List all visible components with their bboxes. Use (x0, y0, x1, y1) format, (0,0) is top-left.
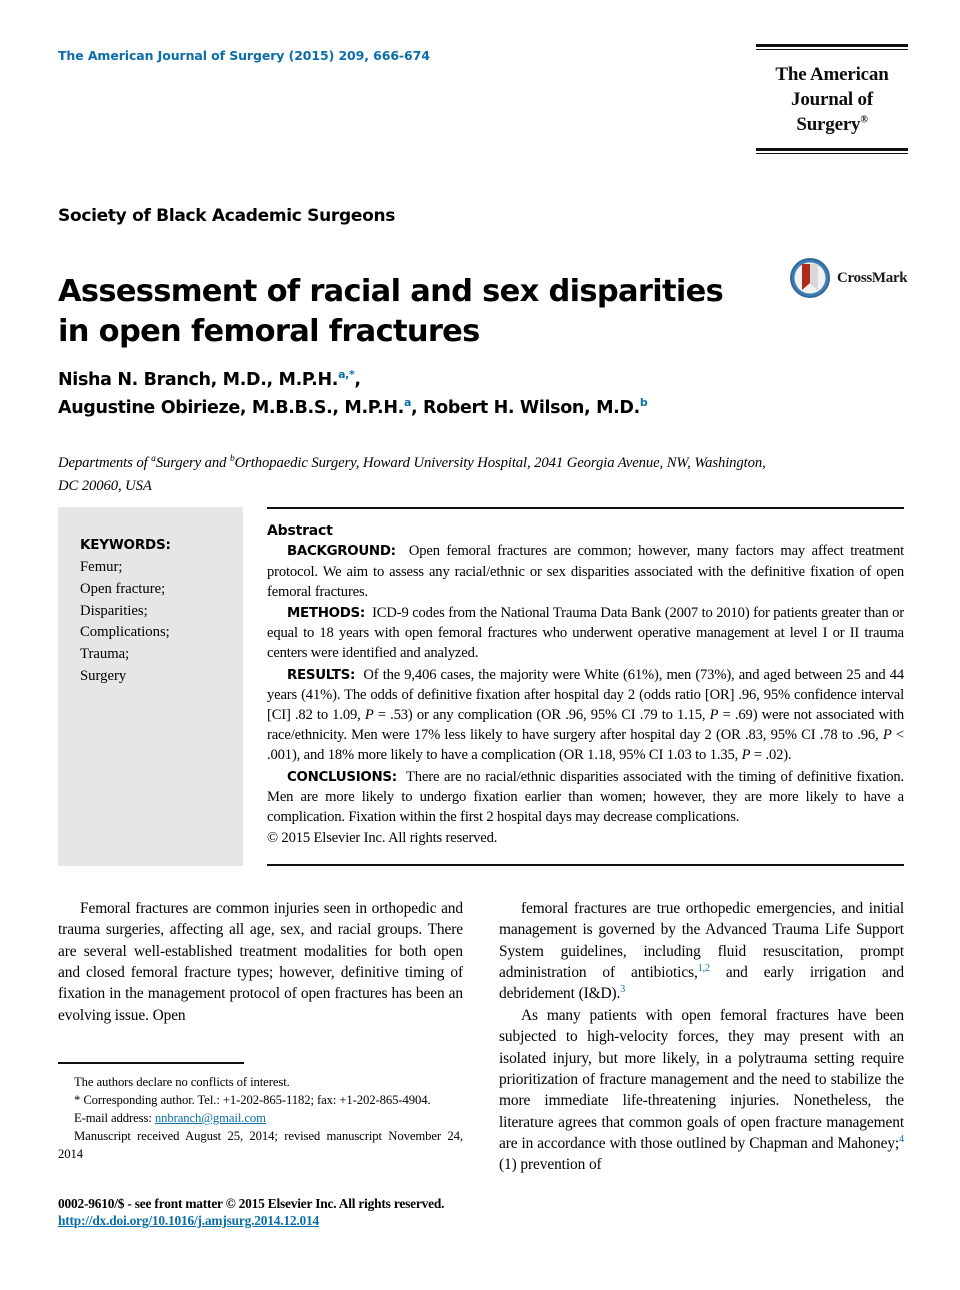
keyword-item: Trauma; (80, 646, 130, 662)
crossmark-label: CrossMark (837, 269, 908, 286)
abstract-rule-top (267, 507, 904, 509)
section-label: Society of Black Academic Surgeons (58, 206, 396, 226)
running-head: The American Journal of Surgery (2015) 2… (58, 48, 430, 63)
email-link[interactable]: nnbranch@gmail.com (155, 1111, 266, 1125)
author-list: Nisha N. Branch, M.D., M.P.H.a,*, August… (58, 366, 778, 423)
abstract-region: KEYWORDS: Femur; Open fracture; Disparit… (58, 507, 905, 867)
article-page: The American Journal of Surgery (2015) 2… (0, 0, 960, 1290)
body-paragraph: femoral fractures are true orthopedic em… (499, 900, 904, 1003)
keyword-item: Femur; (80, 559, 123, 575)
abstract-copyright: © 2015 Elsevier Inc. All rights reserved… (267, 830, 498, 847)
page-title: Assessment of racial and sex disparities… (58, 274, 724, 350)
footnotes: The authors declare no conflicts of inte… (58, 1062, 463, 1163)
keyword-item: Surgery (80, 667, 127, 684)
keyword-item: Disparities; (80, 602, 148, 619)
author-affiliation-marker: a,* (338, 368, 355, 381)
affiliation: Departments of aSurgery and bOrthopaedic… (58, 454, 766, 494)
crossmark-badge[interactable]: CrossMark (790, 258, 908, 298)
abstract-background: BACKGROUND: Open femoral fractures are c… (267, 543, 904, 600)
abstract-section-label: BACKGROUND: (287, 544, 396, 559)
abstract-section-label: RESULTS: (287, 667, 356, 683)
crossmark-icon (790, 258, 830, 298)
keywords-title: KEYWORDS: (80, 537, 171, 553)
page-footer: 0002-9610/$ - see front matter © 2015 El… (58, 1196, 578, 1230)
footnote-corresponding-author: * Corresponding author. Tel.: +1-202-865… (74, 1093, 431, 1108)
author-affiliation-marker: b (639, 396, 648, 410)
abstract-rule-bottom (267, 864, 904, 867)
footnote-manuscript-dates: Manuscript received August 25, 2014; rev… (58, 1129, 463, 1162)
logo-rule-top (756, 44, 908, 50)
journal-logo-line2: Journal of Surgery® (791, 89, 873, 136)
abstract-column: Abstract BACKGROUND: Open femoral fractu… (243, 507, 905, 867)
logo-rule-bottom (756, 148, 908, 155)
keyword-item: Complications; (80, 624, 170, 641)
journal-logo-line1: The American (775, 64, 889, 85)
abstract-methods: METHODS: ICD-9 codes from the National T… (267, 604, 904, 662)
doi-link[interactable]: http://dx.doi.org/10.1016/j.amjsurg.2014… (58, 1213, 319, 1229)
footnote-conflicts: The authors declare no conflicts of inte… (74, 1075, 290, 1089)
abstract-conclusions: CONCLUSIONS: There are no racial/ethnic … (267, 768, 905, 826)
journal-logo: The American Journal of Surgery® (756, 44, 908, 155)
author-line-1: Nisha N. Branch, M.D., M.P.H.a,*, (58, 368, 361, 390)
trademark-symbol: ® (860, 114, 868, 126)
citation-ref[interactable]: 1,2 (698, 963, 710, 974)
keywords-box: KEYWORDS: Femur; Open fracture; Disparit… (58, 507, 243, 867)
right-column: femoral fractures are true orthopedic em… (499, 898, 904, 1176)
citation-ref[interactable]: 4 (899, 1134, 904, 1145)
author-line-2: Augustine Obirieze, M.B.B.S., M.P.H.a, R… (58, 396, 648, 419)
body-paragraph: Femoral fractures are common injuries se… (58, 900, 463, 1024)
body-paragraph: As many patients with open femoral fract… (499, 1006, 904, 1174)
keyword-item: Open fracture; (80, 580, 166, 597)
abstract-section-label: CONCLUSIONS: (287, 769, 397, 785)
author-affiliation-marker: a (403, 396, 412, 410)
abstract-heading: Abstract (267, 523, 333, 539)
footnote-rule (58, 1062, 244, 1064)
abstract-results: RESULTS: Of the 9,406 cases, the majorit… (267, 666, 905, 764)
journal-logo-text: The American Journal of Surgery® (756, 62, 908, 137)
front-matter-line: 0002-9610/$ - see front matter © 2015 El… (58, 1196, 445, 1211)
citation-ref[interactable]: 3 (620, 984, 625, 995)
footnote-email: E-mail address: nnbranch@gmail.com (74, 1111, 266, 1126)
abstract-section-label: METHODS: (287, 605, 365, 621)
